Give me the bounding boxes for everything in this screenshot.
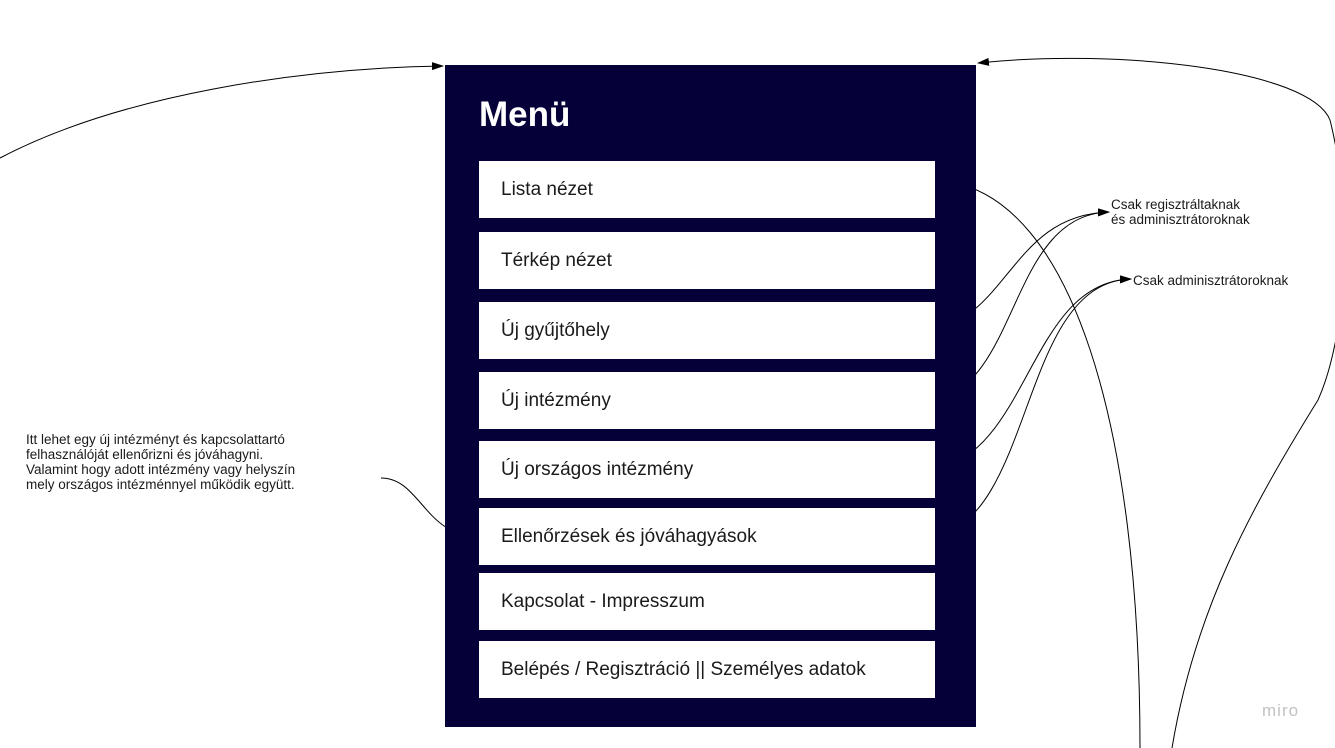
menu-item-terkep-nezet[interactable]: Térkép nézet	[479, 232, 935, 289]
miro-watermark: miro	[1262, 701, 1300, 720]
menu-panel: Menü Lista nézet Térkép nézet Új gyűjtőh…	[445, 65, 976, 727]
menu-item-uj-gyujtohely[interactable]: Új gyűjtőhely	[479, 302, 935, 359]
menu-item-kapcsolat-impresszum[interactable]: Kapcsolat - Impresszum	[479, 573, 935, 630]
annotation-left-note: Itt lehet egy új intézményt és kapcsolat…	[26, 432, 296, 492]
menu-item-ellenorzesek-es-jovahagyasok[interactable]: Ellenőrzések és jóváhagyások	[479, 508, 935, 565]
menu-item-belepes-regisztracio[interactable]: Belépés / Regisztráció || Személyes adat…	[479, 641, 935, 698]
menu-item-uj-orszagos-intezmeny[interactable]: Új országos intézmény	[479, 441, 935, 498]
menu-item-lista-nezet[interactable]: Lista nézet	[479, 161, 935, 218]
annotation-admin-note: Csak adminisztrátoroknak	[1133, 273, 1289, 288]
annotation-registered-note: Csak regisztráltaknak és adminisztrátoro…	[1111, 197, 1250, 227]
connector-right-to-menu	[977, 57, 1335, 748]
connector-left-to-menu	[0, 62, 444, 159]
menu-title: Menü	[479, 95, 571, 134]
menu-item-uj-intezmeny[interactable]: Új intézmény	[479, 372, 935, 429]
